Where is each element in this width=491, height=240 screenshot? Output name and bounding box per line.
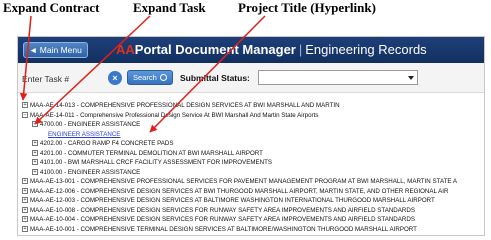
expand-toggle-icon[interactable]: + [22,197,28,204]
tree-row-contract[interactable]: + MAA-AE-12-003 - COMPREHENSIVE DESIGN SE… [22,196,482,206]
tree-row-task[interactable]: −4700.00 - ENGINEER ASSISTANCE [22,120,482,130]
tree-row-project[interactable]: ENGINEER ASSISTANCE [22,130,482,140]
contract-tree: + MAA-AE-14-013 - COMPREHENSIVE PROFESSIO… [22,101,482,234]
contract-title: MAA-AE-14-013 - COMPREHENSIVE PROFESSION… [30,102,340,109]
task-title: 4700.00 - ENGINEER ASSISTANCE [40,121,141,128]
tree-row-contract[interactable]: + MAA-AE-14-013 - COMPREHENSIVE PROFESSIO… [22,101,482,111]
contract-title: MAA-AE-13-001 - COMPREHENSIVE PROFESSION… [30,178,458,185]
contract-title: MAA-AE-10-001 - COMPREHENSIVE TERMINAL D… [30,225,417,233]
contract-title: MAA-AE-12-003 - COMPREHENSIVE DESIGN SER… [30,197,435,204]
contract-title: MAA-AE-12-006 - COMPREHENSIVE DESIGN SER… [30,187,449,195]
task-title: 4202.00 - CARGO RAMP F4 CONCRETE PADS [40,140,174,147]
callout-project-title: Project Title (Hyperlink) [238,0,376,15]
submittal-status-label: Submittal Status: [180,73,250,83]
submittal-status-select[interactable] [258,70,418,85]
tree-row-contract[interactable]: − MAA-AE-14-011 - Comprehensive Professio… [22,111,482,121]
search-button[interactable]: Search [127,70,173,85]
task-number-input[interactable] [22,71,92,86]
clear-icon[interactable]: × [108,71,122,85]
tree-row-contract[interactable]: + MAA-AE-10-004 - COMPREHENSIVE DESIGN SE… [22,215,482,225]
app-title: AAPortal Document Manager | Engineering Re… [116,42,427,58]
main-menu-button[interactable]: ◄ Main Menu [23,42,88,58]
search-button-label: Search [133,73,157,82]
task-title: 4101.00 - BWI MARSHALL CRCF FACILITY ASS… [40,159,272,166]
tree-row-contract[interactable]: + MAA-AE-10-001 - COMPREHENSIVE TERMINAL … [22,225,482,235]
app-subtitle: Engineering Records [305,42,427,57]
collapse-toggle-icon[interactable]: − [32,121,38,128]
task-title: 4100.00 - ENGINEER ASSISTANCE [40,168,141,176]
app-window: ◄ Main Menu AAPortal Document Manager | En… [17,36,485,236]
search-icon [159,74,167,81]
expand-toggle-icon[interactable]: + [22,178,28,185]
brand-mark: AA [116,42,135,57]
expand-toggle-icon[interactable]: + [22,216,28,223]
main-menu-label: Main Menu [39,45,82,55]
app-title-main: Portal Document Manager [134,42,296,57]
expand-toggle-icon[interactable]: + [22,187,28,194]
chevron-down-icon [408,76,414,80]
task-title: 4201.00 - COMMUTER TERMINAL DEMOLITION A… [40,149,263,157]
tree-row-task[interactable]: +4202.00 - CARGO RAMP F4 CONCRETE PADS [22,139,482,149]
expand-toggle-icon[interactable]: + [32,159,38,166]
expand-toggle-icon[interactable]: + [22,102,28,109]
expand-toggle-icon[interactable]: + [32,140,38,147]
expand-toggle-icon[interactable]: + [32,149,38,156]
expand-toggle-icon[interactable]: + [32,168,38,175]
tree-row-contract[interactable]: + MAA-AE-13-001 - COMPREHENSIVE PROFESSIO… [22,177,482,187]
title-separator: | [298,42,303,57]
tree-row-task[interactable]: +4101.00 - BWI MARSHALL CRCF FACILITY AS… [22,158,482,168]
collapse-toggle-icon[interactable]: − [22,111,28,118]
header-bar: ◄ Main Menu AAPortal Document Manager | En… [18,37,484,63]
callout-expand-task: Expand Task [133,0,206,15]
callout-expand-contract: Expand Contract [3,0,100,15]
expand-toggle-icon[interactable]: + [22,225,28,232]
tree-row-contract[interactable]: + MAA-AE-12-006 - COMPREHENSIVE DESIGN SE… [22,187,482,197]
tree-row-contract[interactable]: + MAA-AE-10-008 - COMPREHENSIVE DESIGN SE… [22,206,482,216]
contract-title: MAA-AE-10-004 - COMPREHENSIVE DESIGN SER… [30,216,415,223]
expand-toggle-icon[interactable]: + [22,206,28,213]
tree-row-task[interactable]: +4201.00 - COMMUTER TERMINAL DEMOLITION … [22,149,482,159]
search-toolbar: × Search Submittal Status: [18,63,484,93]
contract-title: MAA-AE-10-008 - COMPREHENSIVE DESIGN SER… [30,206,415,214]
tree-row-task[interactable]: +4100.00 - ENGINEER ASSISTANCE [22,168,482,178]
contract-title: MAA-AE-14-011 - Comprehensive Profession… [30,111,319,119]
project-title-link[interactable]: ENGINEER ASSISTANCE [48,131,120,138]
